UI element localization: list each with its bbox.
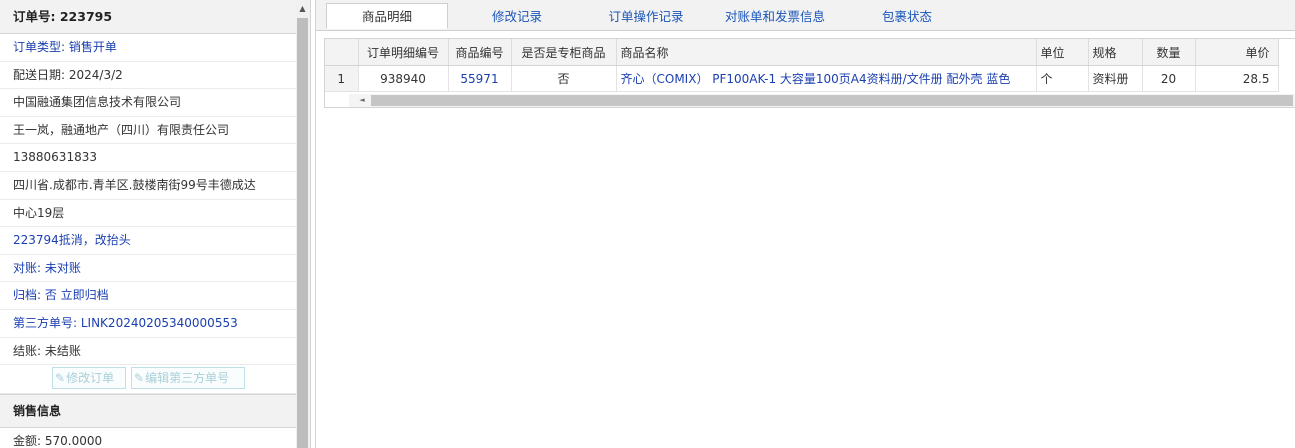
column-header-product-id[interactable]: 商品编号 [448, 39, 512, 66]
edit-order-button[interactable]: ✎修改订单 [52, 367, 126, 390]
cell-unit-price: 28.5 [1195, 65, 1279, 92]
address-line-1: 四川省.成都市.青羊区.鼓楼南街99号丰德成达 [0, 172, 296, 200]
edit-order-label: 修改订单 [66, 371, 115, 386]
order-number-header: 订单号: 223795 [0, 0, 296, 34]
cell-counter-product: 否 [511, 65, 617, 92]
tab-modification-log[interactable]: 修改记录 [466, 4, 568, 30]
product-table: 订单明细编号 商品编号 是否是专柜商品 商品名称 单位 规格 数量 单价 1 9… [325, 39, 1279, 92]
scroll-up-arrow-icon[interactable]: ▲ [297, 3, 308, 15]
cell-product-id-link[interactable]: 55971 [448, 65, 512, 92]
table-row[interactable]: 1 938940 55971 否 齐心（COMIX） PF100AK-1 大容量… [325, 65, 1279, 92]
edit-third-party-button[interactable]: ✎编辑第三方单号 [131, 367, 245, 390]
company-name: 中国融通集团信息技术有限公司 [0, 89, 296, 117]
product-detail-grid: 订单明细编号 商品编号 是否是专柜商品 商品名称 单位 规格 数量 单价 1 9… [324, 38, 1295, 108]
horizontal-scrollbar-thumb[interactable] [371, 95, 1293, 106]
tab-order-operation-log[interactable]: 订单操作记录 [590, 4, 702, 30]
reconcile-status: 对账: 未对账 [0, 255, 296, 283]
scroll-left-arrow-icon[interactable]: ◄ [357, 94, 367, 107]
row-number: 1 [325, 65, 359, 92]
left-panel-scrollbar[interactable]: ▲ [296, 0, 311, 448]
column-header-detail-id[interactable]: 订单明细编号 [358, 39, 449, 66]
tab-package-status[interactable]: 包裹状态 [862, 4, 952, 30]
delivery-date: 配送日期: 2024/3/2 [0, 62, 296, 90]
order-detail-panel: 商品明细 修改记录 订单操作记录 对账单和发票信息 包裹状态 订单明细编号 商品… [315, 0, 1295, 448]
cell-quantity: 20 [1142, 65, 1196, 92]
contact-phone: 13880631833 [0, 144, 296, 172]
order-remark: 223794抵消，改抬头 [0, 227, 296, 255]
tab-product-details[interactable]: 商品明细 [326, 3, 448, 29]
cell-detail-id: 938940 [358, 65, 449, 92]
contact-name: 王一岚，融通地产（四川）有限责任公司 [0, 117, 296, 145]
cell-product-name-link[interactable]: 齐心（COMIX） PF100AK-1 大容量100页A4资料册/文件册 配外壳… [616, 65, 1037, 92]
sales-info-header: 销售信息 [0, 394, 296, 429]
column-header-product-name[interactable]: 商品名称 [616, 39, 1037, 66]
archive-status[interactable]: 归档: 否 立即归档 [0, 282, 296, 310]
sales-amount: 金额: 570.0000 [0, 428, 296, 448]
column-header-unit[interactable]: 单位 [1036, 39, 1089, 66]
table-header-row: 订单明细编号 商品编号 是否是专柜商品 商品名称 单位 规格 数量 单价 [325, 39, 1279, 66]
row-number-header [325, 39, 359, 66]
third-party-order-number: 第三方单号: LINK20240205340000553 [0, 310, 296, 338]
address-line-2: 中心19层 [0, 200, 296, 228]
grid-horizontal-scrollbar[interactable]: ◄ [349, 94, 1295, 107]
column-header-unit-price[interactable]: 单价 [1195, 39, 1279, 66]
edit-icon: ✎ [134, 371, 145, 386]
column-header-spec[interactable]: 规格 [1088, 39, 1143, 66]
settle-status: 结账: 未结账 [0, 338, 296, 366]
column-header-counter-product[interactable]: 是否是专柜商品 [511, 39, 617, 66]
detail-tabs: 商品明细 修改记录 订单操作记录 对账单和发票信息 包裹状态 [316, 0, 1295, 31]
order-info-panel: 订单号: 223795 订单类型: 销售开单 配送日期: 2024/3/2 中国… [0, 0, 297, 448]
order-actions: ✎修改订单 ✎编辑第三方单号 [0, 365, 296, 395]
edit-icon: ✎ [55, 371, 66, 386]
tab-statement-invoice[interactable]: 对账单和发票信息 [712, 4, 838, 30]
column-header-quantity[interactable]: 数量 [1142, 39, 1196, 66]
order-type: 订单类型: 销售开单 [0, 34, 296, 62]
edit-third-party-label: 编辑第三方单号 [145, 371, 230, 386]
cell-unit: 个 [1036, 65, 1089, 92]
cell-spec: 资料册 [1088, 65, 1143, 92]
scrollbar-thumb[interactable] [297, 18, 308, 448]
